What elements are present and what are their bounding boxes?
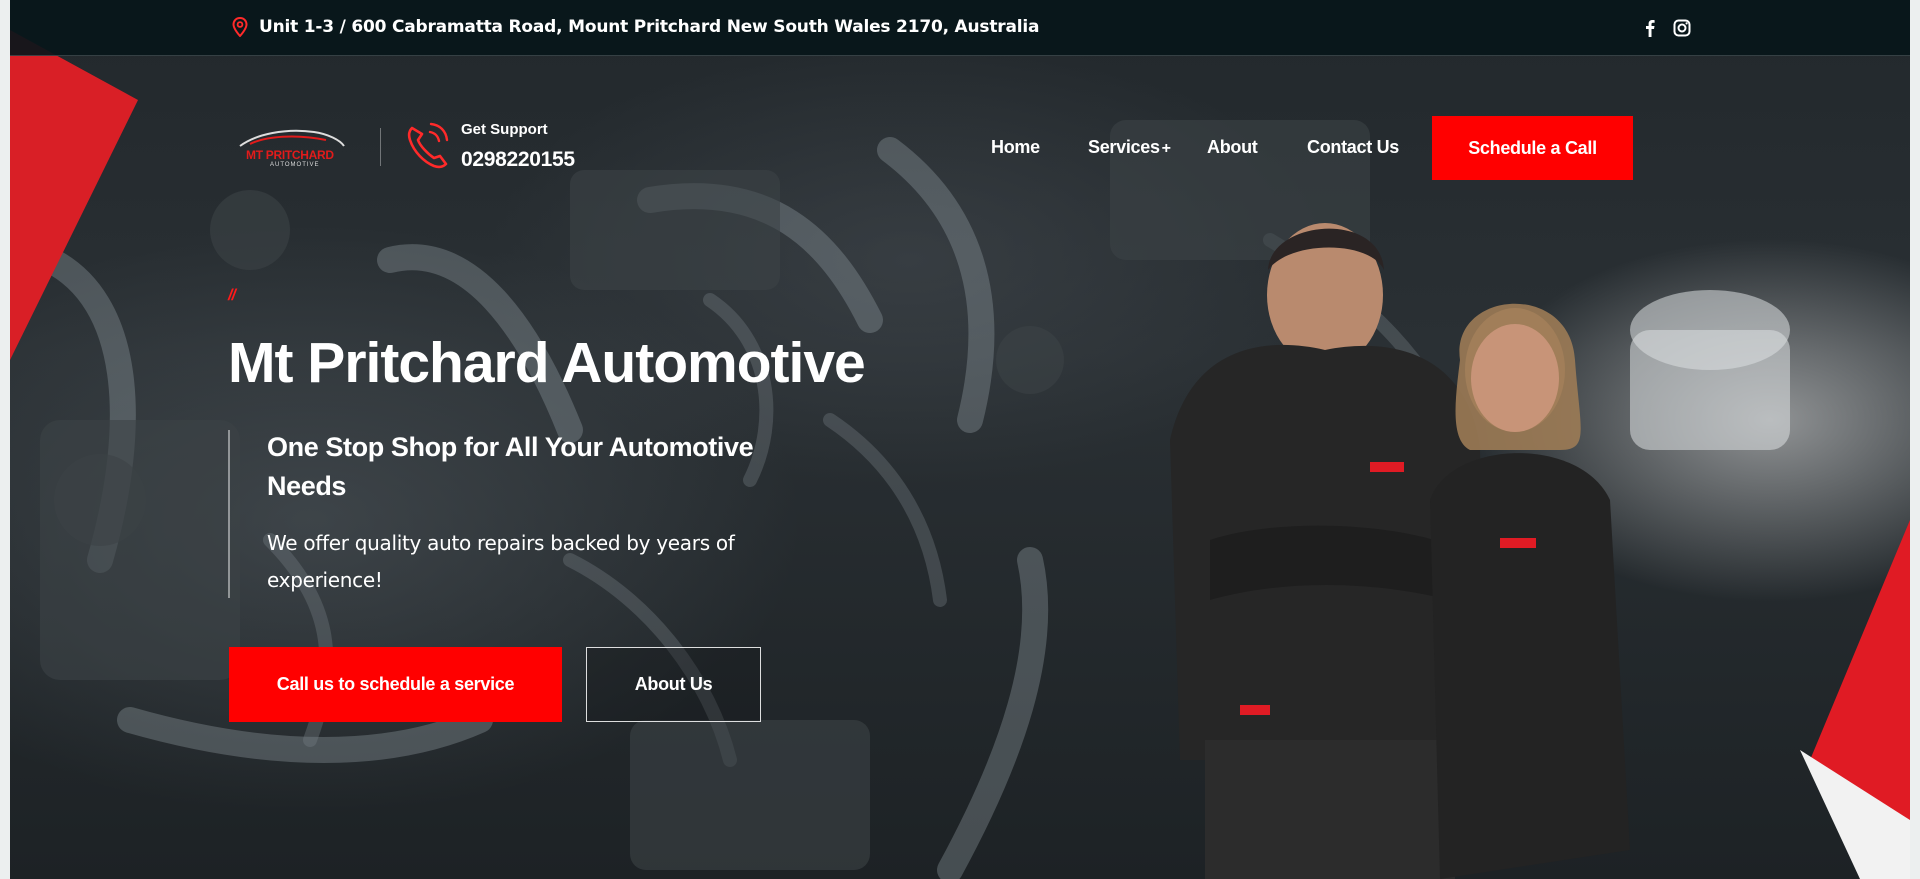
- facebook-icon[interactable]: [1640, 18, 1660, 38]
- map-pin-icon: [232, 17, 248, 37]
- logo-text: MT PRITCHARD: [246, 148, 334, 162]
- instagram-icon[interactable]: [1672, 18, 1692, 38]
- hero-description: We offer quality auto repairs backed by …: [267, 531, 735, 592]
- nav-about-label: About: [1207, 137, 1258, 157]
- owners-photo: [1170, 223, 1630, 879]
- page-left-margin: [0, 0, 10, 879]
- phone-ringing-icon: [407, 122, 449, 169]
- support-phone-number[interactable]: 0298220155: [461, 148, 575, 172]
- top-info-bar: Unit 1-3 / 600 Cabramatta Road, Mount Pr…: [10, 0, 1910, 56]
- plus-icon: +: [1161, 140, 1171, 157]
- about-us-button[interactable]: About Us: [586, 647, 761, 722]
- schedule-call-button[interactable]: Schedule a Call: [1432, 116, 1633, 180]
- address-text: Unit 1-3 / 600 Cabramatta Road, Mount Pr…: [259, 17, 1040, 37]
- nav-services[interactable]: Services +: [1088, 137, 1171, 158]
- nav-home[interactable]: Home: [991, 137, 1040, 158]
- nav-services-label: Services: [1088, 137, 1160, 157]
- site-logo[interactable]: MT PRITCHARD AUTOMOTIVE: [236, 126, 346, 170]
- header-divider: [380, 128, 381, 166]
- nav-home-label: Home: [991, 137, 1040, 157]
- hero-decorative-slashes: //: [228, 287, 236, 304]
- hero-accent-bar: [228, 430, 230, 598]
- hero-title: Mt Pritchard Automotive: [228, 331, 866, 395]
- nav-contact-label: Contact Us: [1307, 137, 1400, 157]
- nav-about[interactable]: About: [1207, 137, 1258, 158]
- support-label: Get Support: [461, 121, 548, 138]
- call-schedule-service-button[interactable]: Call us to schedule a service: [229, 647, 562, 722]
- logo-subtext: AUTOMOTIVE: [270, 162, 320, 168]
- hero-subtitle: One Stop Shop for All Your Automotive Ne…: [267, 432, 754, 501]
- nav-contact-us[interactable]: Contact Us: [1307, 137, 1399, 158]
- car-silhouette-icon: [239, 129, 345, 147]
- page-right-margin: [1910, 0, 1920, 879]
- red-corner-shape-right: [1800, 520, 1910, 879]
